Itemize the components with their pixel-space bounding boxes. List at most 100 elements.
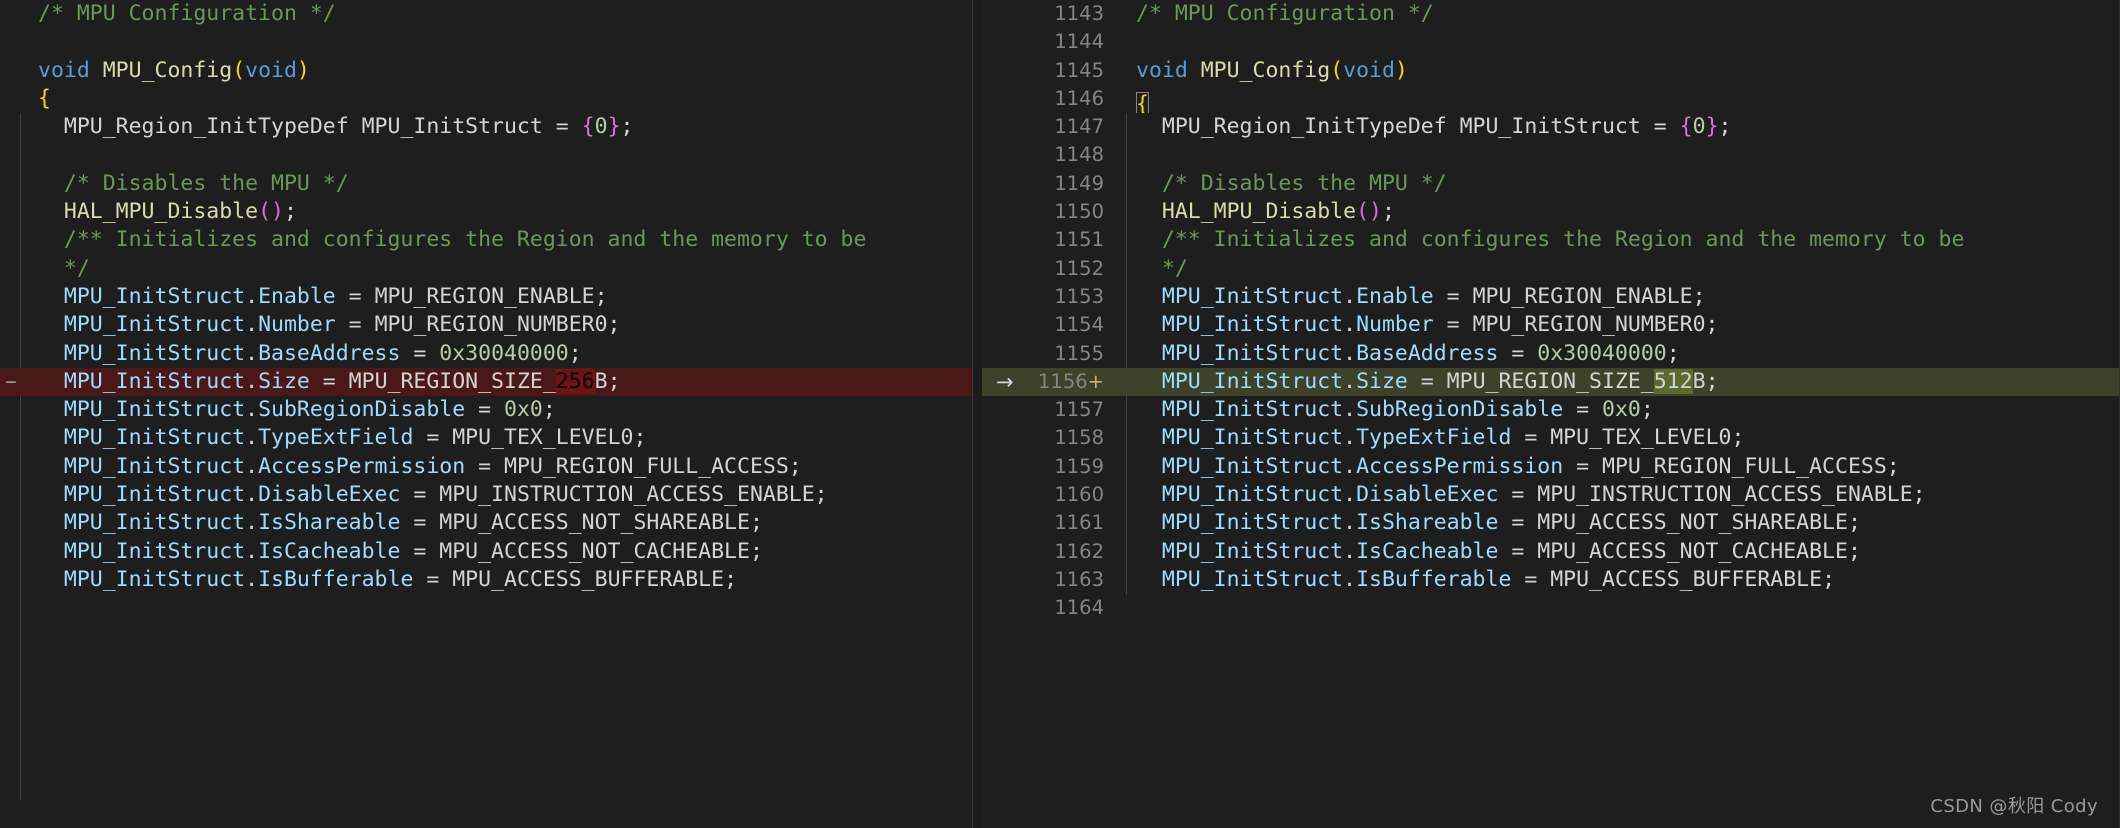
code-line-content[interactable]: MPU_InitStruct.IsShareable = MPU_ACCESS_… (1118, 509, 2120, 537)
code-line-content[interactable] (22, 28, 972, 56)
line-number-gutter[interactable]: 1163 (982, 566, 1118, 594)
code-line-content[interactable]: /* MPU Configuration */ (22, 0, 972, 28)
line-number-gutter[interactable]: 1161 (982, 509, 1118, 537)
line-number-gutter[interactable]: 1144 (982, 28, 1118, 56)
code-line-content[interactable]: { (1118, 85, 2120, 114)
code-line[interactable]: 1152 */ (982, 255, 2120, 283)
line-number-gutter[interactable]: 1152 (982, 255, 1118, 283)
code-line-content[interactable]: MPU_InitStruct.BaseAddress = 0x30040000; (1118, 340, 2120, 368)
code-line[interactable]: MPU_InitStruct.TypeExtField = MPU_TEX_LE… (0, 424, 972, 452)
line-number-gutter[interactable]: 1153 (982, 283, 1118, 311)
code-line[interactable]: { (0, 85, 972, 113)
code-line[interactable]: MPU_InitStruct.BaseAddress = 0x30040000; (0, 340, 972, 368)
code-line[interactable]: MPU_InitStruct.IsCacheable = MPU_ACCESS_… (0, 538, 972, 566)
diff-pane-divider[interactable] (972, 0, 982, 828)
code-line-content[interactable]: MPU_InitStruct.Enable = MPU_REGION_ENABL… (22, 283, 972, 311)
line-number-gutter[interactable]: 1145 (982, 57, 1118, 85)
code-line[interactable]: 1159 MPU_InitStruct.AccessPermission = M… (982, 453, 2120, 481)
code-line[interactable]: 1149 /* Disables the MPU */ (982, 170, 2120, 198)
code-line[interactable]: 1146 { (982, 85, 2120, 114)
code-line-content[interactable]: HAL_MPU_Disable(); (22, 198, 972, 226)
code-line[interactable]: 1160 MPU_InitStruct.DisableExec = MPU_IN… (982, 481, 2120, 509)
code-line[interactable]: 1161 MPU_InitStruct.IsShareable = MPU_AC… (982, 509, 2120, 537)
code-line[interactable] (0, 141, 972, 169)
code-line[interactable]: void MPU_Config(void) (0, 57, 972, 85)
code-line-content[interactable]: MPU_InitStruct.IsBufferable = MPU_ACCESS… (22, 566, 972, 594)
code-line[interactable]: 1154 MPU_InitStruct.Number = MPU_REGION_… (982, 311, 2120, 339)
code-line[interactable]: 1144 (982, 28, 2120, 56)
code-line-content[interactable]: MPU_InitStruct.TypeExtField = MPU_TEX_LE… (22, 424, 972, 452)
code-line-content[interactable]: MPU_InitStruct.DisableExec = MPU_INSTRUC… (22, 481, 972, 509)
code-line-content[interactable]: void MPU_Config(void) (22, 57, 972, 85)
code-line-content[interactable]: /** Initializes and configures the Regio… (22, 226, 972, 254)
code-line[interactable]: 1145 void MPU_Config(void) (982, 57, 2120, 85)
code-line-content[interactable]: MPU_InitStruct.Enable = MPU_REGION_ENABL… (1118, 283, 2120, 311)
code-line[interactable]: MPU_InitStruct.IsBufferable = MPU_ACCESS… (0, 566, 972, 594)
line-number-gutter[interactable]: 1162 (982, 538, 1118, 566)
code-line[interactable]: 1148 (982, 141, 2120, 169)
code-line[interactable]: /** Initializes and configures the Regio… (0, 226, 972, 254)
code-line-content[interactable]: MPU_InitStruct.Size = MPU_REGION_SIZE_25… (22, 368, 972, 396)
code-line-content[interactable]: /* Disables the MPU */ (1118, 170, 2120, 198)
code-line-content[interactable]: void MPU_Config(void) (1118, 57, 2120, 85)
code-line-content[interactable] (1118, 141, 2120, 169)
code-line-content[interactable]: MPU_InitStruct.Number = MPU_REGION_NUMBE… (22, 311, 972, 339)
line-number-gutter[interactable]: 1149 (982, 170, 1118, 198)
code-line[interactable]: 1163 MPU_InitStruct.IsBufferable = MPU_A… (982, 566, 2120, 594)
diff-line-added[interactable]: → 1156+ MPU_InitStruct.Size = MPU_REGION_… (982, 367, 2120, 397)
line-number-gutter[interactable]: → 1156+ (982, 368, 1118, 396)
code-line[interactable]: HAL_MPU_Disable(); (0, 198, 972, 226)
code-line[interactable]: 1157 MPU_InitStruct.SubRegionDisable = 0… (982, 396, 2120, 424)
code-line-content[interactable]: MPU_InitStruct.IsBufferable = MPU_ACCESS… (1118, 566, 2120, 594)
code-line[interactable]: MPU_InitStruct.DisableExec = MPU_INSTRUC… (0, 481, 972, 509)
code-line[interactable]: /* MPU Configuration */ (0, 0, 972, 28)
code-line[interactable]: 1151 /** Initializes and configures the … (982, 226, 2120, 254)
code-line[interactable]: 1162 MPU_InitStruct.IsCacheable = MPU_AC… (982, 538, 2120, 566)
code-line[interactable]: /* Disables the MPU */ (0, 170, 972, 198)
line-number-gutter[interactable]: 1150 (982, 198, 1118, 226)
line-number-gutter[interactable]: 1146 (982, 85, 1118, 113)
code-line-content[interactable]: MPU_InitStruct.SubRegionDisable = 0x0; (1118, 396, 2120, 424)
code-line[interactable]: */ (0, 255, 972, 283)
code-line[interactable]: 1143 /* MPU Configuration */ (982, 0, 2120, 28)
code-line-content[interactable]: */ (1118, 255, 2120, 283)
code-line-content[interactable]: MPU_InitStruct.IsShareable = MPU_ACCESS_… (22, 509, 972, 537)
diff-pane-original[interactable]: /* MPU Configuration */ void MPU_Config(v… (0, 0, 972, 828)
code-line-content[interactable]: MPU_InitStruct.Size = MPU_REGION_SIZE_51… (1118, 368, 2120, 396)
line-number-gutter[interactable]: 1143 (982, 0, 1118, 28)
code-line-content[interactable]: MPU_InitStruct.SubRegionDisable = 0x0; (22, 396, 972, 424)
code-line-content[interactable]: MPU_InitStruct.IsCacheable = MPU_ACCESS_… (1118, 538, 2120, 566)
line-number-gutter[interactable]: 1148 (982, 141, 1118, 169)
line-number-gutter[interactable]: 1154 (982, 311, 1118, 339)
code-line-content[interactable]: MPU_Region_InitTypeDef MPU_InitStruct = … (1118, 113, 2120, 141)
code-line-content[interactable] (22, 594, 972, 622)
line-number-gutter[interactable]: 1147 (982, 113, 1118, 141)
code-line[interactable]: 1147 MPU_Region_InitTypeDef MPU_InitStru… (982, 113, 2120, 141)
code-line-content[interactable]: /** Initializes and configures the Regio… (1118, 226, 2120, 254)
line-number-gutter[interactable]: 1151 (982, 226, 1118, 254)
code-line-content[interactable]: MPU_InitStruct.BaseAddress = 0x30040000; (22, 340, 972, 368)
code-line[interactable]: MPU_Region_InitTypeDef MPU_InitStruct = … (0, 113, 972, 141)
code-line-content[interactable]: MPU_InitStruct.AccessPermission = MPU_RE… (22, 453, 972, 481)
code-line[interactable] (0, 28, 972, 56)
code-line-content[interactable]: { (22, 85, 972, 113)
code-line-content[interactable]: /* Disables the MPU */ (22, 170, 972, 198)
code-line-content[interactable]: MPU_InitStruct.AccessPermission = MPU_RE… (1118, 453, 2120, 481)
code-line[interactable]: MPU_InitStruct.Number = MPU_REGION_NUMBE… (0, 311, 972, 339)
line-number-gutter[interactable]: 1158 (982, 424, 1118, 452)
code-line[interactable]: MPU_InitStruct.Enable = MPU_REGION_ENABL… (0, 283, 972, 311)
code-line[interactable]: MPU_InitStruct.SubRegionDisable = 0x0; (0, 396, 972, 424)
line-number-gutter[interactable]: 1164 (982, 594, 1118, 622)
diff-line-removed[interactable]: − MPU_InitStruct.Size = MPU_REGION_SIZE_… (0, 367, 972, 397)
code-line-content[interactable] (1118, 28, 2120, 56)
code-line[interactable]: 1158 MPU_InitStruct.TypeExtField = MPU_T… (982, 424, 2120, 452)
code-line-content[interactable]: /* MPU Configuration */ (1118, 0, 2120, 28)
code-line[interactable]: 1153 MPU_InitStruct.Enable = MPU_REGION_… (982, 283, 2120, 311)
code-line-content[interactable]: MPU_InitStruct.IsCacheable = MPU_ACCESS_… (22, 538, 972, 566)
code-line-content[interactable]: MPU_Region_InitTypeDef MPU_InitStruct = … (22, 113, 972, 141)
code-line-content[interactable]: HAL_MPU_Disable(); (1118, 198, 2120, 226)
code-line-content[interactable] (22, 141, 972, 169)
line-number-gutter[interactable]: 1155 (982, 340, 1118, 368)
code-line[interactable]: 1164 (982, 594, 2120, 622)
code-line[interactable]: MPU_InitStruct.IsShareable = MPU_ACCESS_… (0, 509, 972, 537)
